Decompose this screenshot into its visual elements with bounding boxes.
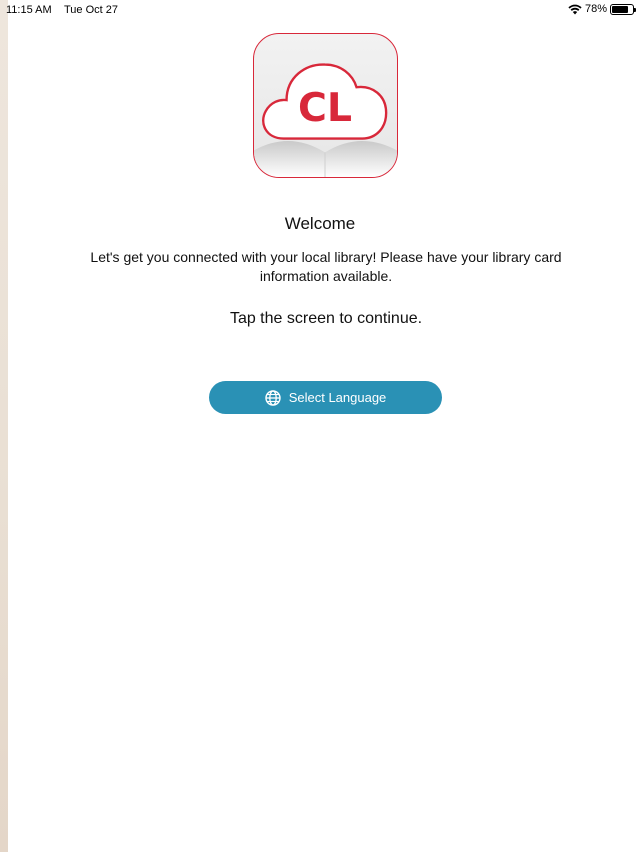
welcome-message: Let's get you connected with your local … — [90, 249, 562, 284]
select-language-label: Select Language — [288, 390, 387, 405]
status-bar: 11:15 AM Tue Oct 27 78% — [0, 0, 640, 20]
tap-to-continue-prompt: Tap the screen to continue. — [229, 310, 423, 327]
cloudlibrary-logo: CL — [253, 33, 398, 178]
status-time: 11:15 AM — [6, 4, 52, 16]
status-indicators: 78% — [568, 3, 636, 15]
logo-text: CL — [298, 85, 352, 131]
welcome-title: Welcome — [284, 214, 356, 233]
battery-icon — [610, 3, 636, 15]
battery-percentage: 78% — [584, 3, 607, 15]
wifi-icon — [568, 4, 582, 14]
select-language-button[interactable]: Select Language — [209, 381, 442, 414]
globe-icon — [265, 389, 281, 406]
status-date: Tue Oct 27 — [64, 4, 119, 16]
battery-cap — [634, 7, 636, 12]
battery-fill — [612, 5, 628, 13]
